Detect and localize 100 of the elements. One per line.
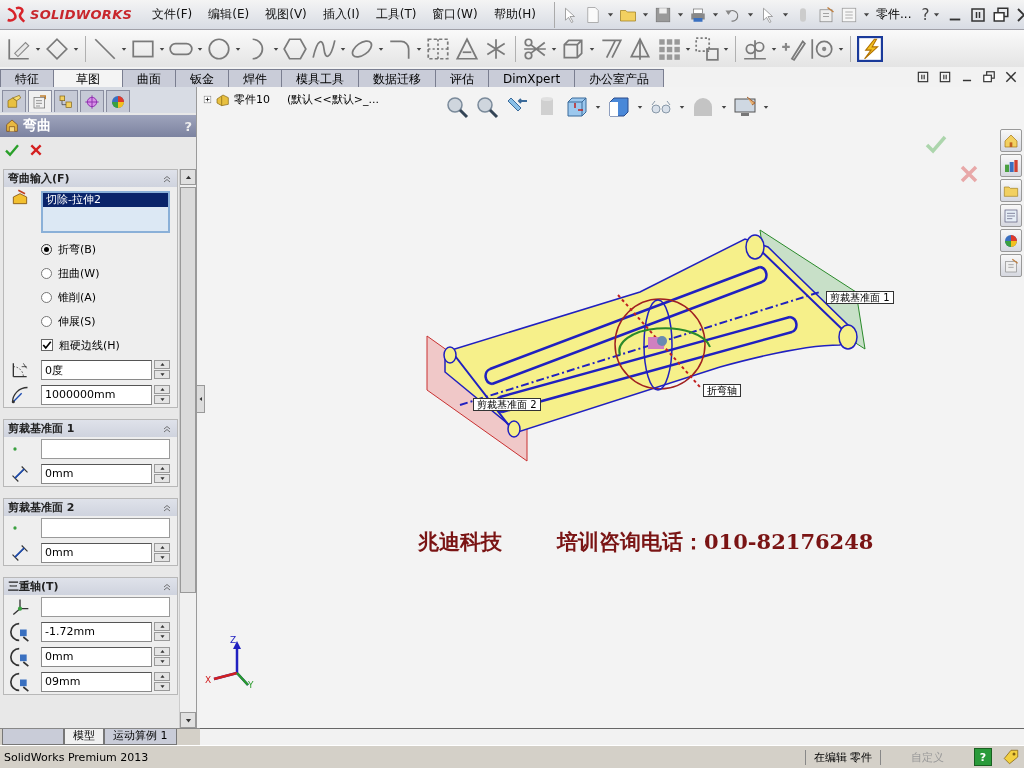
caret-icon[interactable] — [782, 11, 790, 18]
caret-icon[interactable] — [416, 45, 422, 52]
radio-label[interactable]: 伸展(S) — [58, 313, 96, 329]
command-tab[interactable]: 特征 — [0, 69, 54, 87]
section-header[interactable]: 弯曲输入(F) — [4, 170, 178, 187]
caret-icon[interactable] — [121, 45, 127, 52]
menu-item[interactable]: 插入(I) — [314, 4, 368, 25]
caret-icon[interactable] — [723, 45, 729, 52]
number-field[interactable]: 0mm — [41, 542, 152, 563]
expand-icon[interactable] — [203, 94, 212, 104]
spin-down-button[interactable] — [154, 682, 170, 691]
model-tab[interactable]: 运动算例 1 — [104, 729, 177, 745]
command-tab[interactable]: DimXpert — [488, 69, 576, 87]
number-field[interactable]: 0度 — [41, 359, 152, 380]
caret-icon[interactable] — [637, 104, 643, 110]
menu-item[interactable]: 帮助(H) — [485, 4, 545, 25]
radio-label[interactable]: 折弯(B) — [58, 241, 97, 257]
number-field[interactable]: 1000000mm — [41, 384, 152, 405]
spin-up-button[interactable] — [154, 385, 170, 394]
caret-icon[interactable] — [607, 11, 615, 18]
command-tab[interactable]: 办公室产品 — [574, 69, 665, 87]
menu-item[interactable]: 编辑(E) — [200, 4, 258, 25]
callout-label[interactable]: 折弯轴 — [703, 384, 741, 397]
number-field[interactable]: 0mm — [41, 646, 152, 667]
spin-up-button[interactable] — [154, 622, 170, 631]
tile-icon[interactable] — [969, 5, 988, 24]
tree-item[interactable]: 零件10 — [234, 91, 270, 107]
caret-icon[interactable] — [340, 45, 346, 52]
magnifier-icon[interactable] — [445, 95, 469, 119]
selection-field[interactable] — [41, 518, 170, 538]
caret-icon[interactable] — [685, 45, 691, 52]
selection-field[interactable] — [41, 439, 170, 459]
caret-icon[interactable] — [838, 45, 844, 52]
caret-icon[interactable] — [771, 45, 777, 52]
caret-icon[interactable] — [235, 45, 241, 52]
radio-button[interactable] — [41, 243, 52, 255]
caret-icon[interactable] — [595, 104, 601, 110]
bell-icon[interactable] — [627, 35, 653, 62]
command-tab[interactable]: 焊件 — [228, 69, 282, 87]
clipboard-icon[interactable] — [817, 5, 836, 24]
help-button[interactable]: ? — [917, 5, 934, 24]
caret-icon[interactable] — [159, 45, 165, 52]
command-tab[interactable]: 曲面 — [122, 69, 176, 87]
scissors-icon[interactable] — [522, 35, 548, 62]
panel-tab[interactable] — [28, 90, 52, 112]
callout-label[interactable]: 剪裁基准面 1 — [826, 291, 894, 304]
spin-down-button[interactable] — [154, 474, 170, 483]
magnifier-icon[interactable] — [475, 95, 499, 119]
splitter-handle[interactable] — [196, 385, 205, 413]
caret-icon[interactable] — [642, 11, 650, 18]
cross-icon[interactable] — [28, 142, 44, 158]
tile-left-icon[interactable] — [916, 70, 930, 84]
caret-icon[interactable] — [197, 45, 203, 52]
task-pane-tab[interactable] — [1000, 154, 1022, 177]
command-tab[interactable]: 评估 — [435, 69, 489, 87]
caret-icon[interactable] — [378, 45, 384, 52]
check-icon[interactable] — [4, 142, 20, 158]
tile-right-icon[interactable] — [938, 70, 952, 84]
selection-list[interactable]: 切除-拉伸2 — [41, 191, 170, 233]
caret-icon[interactable] — [763, 104, 769, 110]
section-header[interactable]: 剪裁基准面 2 — [4, 499, 178, 516]
cube-icon[interactable] — [565, 95, 589, 119]
lightning-icon[interactable] — [857, 35, 883, 62]
task-pane-tab[interactable] — [1000, 129, 1022, 152]
menu-item[interactable]: 窗口(W) — [424, 4, 486, 25]
caret-icon[interactable] — [35, 45, 41, 52]
spin-down-button[interactable] — [154, 395, 170, 404]
number-field[interactable]: 09mm — [41, 671, 152, 692]
caret-icon[interactable] — [863, 11, 871, 18]
circle-icon[interactable] — [206, 35, 232, 62]
radio-button[interactable] — [41, 315, 52, 327]
move-icon[interactable] — [694, 35, 720, 62]
spin-up-button[interactable] — [154, 543, 170, 552]
triangle-icon[interactable] — [454, 35, 480, 62]
callout-label[interactable]: 剪裁基准面 2 — [473, 398, 541, 411]
caret-icon[interactable] — [551, 45, 557, 52]
menu-item[interactable]: 工具(T) — [367, 4, 425, 25]
radio-label[interactable]: 扭曲(W) — [58, 265, 100, 281]
restore-icon[interactable] — [982, 70, 996, 84]
scrollbar-thumb[interactable] — [180, 187, 196, 593]
caret-icon[interactable] — [721, 104, 727, 110]
caret-icon[interactable] — [747, 11, 755, 18]
task-pane-tab[interactable] — [1000, 179, 1022, 202]
radio-label[interactable]: 锥削(A) — [58, 289, 97, 305]
cube-icon[interactable] — [607, 95, 631, 119]
caret-icon[interactable] — [589, 45, 595, 52]
caret-icon[interactable] — [679, 104, 685, 110]
hexagon-icon[interactable] — [282, 35, 308, 62]
spin-down-button[interactable] — [154, 657, 170, 666]
radio-button[interactable] — [41, 291, 52, 303]
radio-button[interactable] — [41, 267, 52, 279]
list-item[interactable]: 切除-拉伸2 — [43, 193, 168, 207]
section-header[interactable]: 三重轴(T) — [4, 578, 178, 595]
spin-down-button[interactable] — [154, 632, 170, 641]
spin-up-button[interactable] — [154, 672, 170, 681]
menu-item[interactable]: 文件(F) — [144, 4, 201, 25]
command-tab[interactable]: 钣金 — [175, 69, 229, 87]
monitor-icon[interactable] — [733, 95, 757, 119]
spin-up-button[interactable] — [154, 360, 170, 369]
printer-icon[interactable] — [689, 5, 708, 24]
